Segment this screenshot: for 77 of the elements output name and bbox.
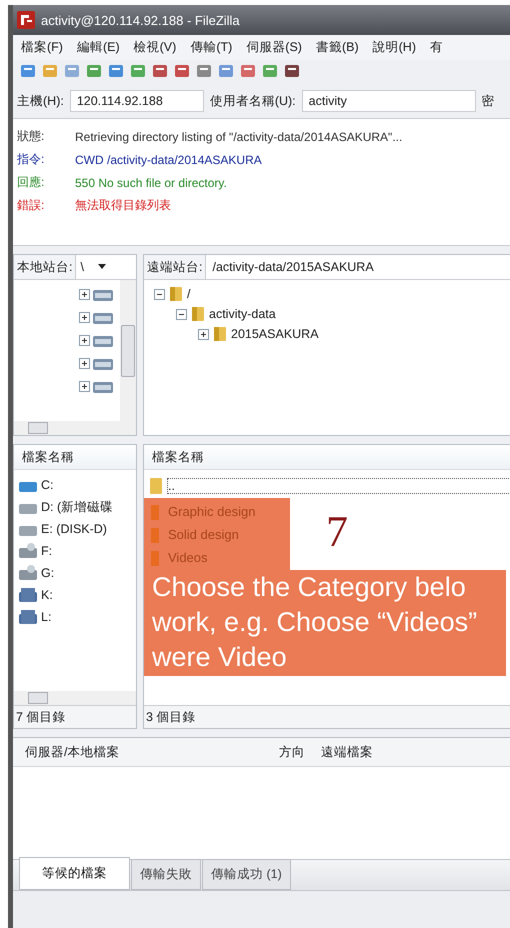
folder-icon [150, 504, 160, 520]
file-name[interactable]: L: [41, 610, 52, 624]
log-message: 無法取得目錄列表 [75, 197, 171, 214]
folder-icon [150, 526, 160, 542]
menu-item[interactable]: 有 [430, 39, 443, 56]
folder-icon [212, 326, 228, 342]
tree-item[interactable]: / [187, 287, 190, 301]
folder-icon [150, 550, 160, 566]
file-name[interactable]: E: (DISK-D) [41, 522, 107, 536]
window-title: activity@120.114.92.188 - FileZilla [41, 12, 240, 28]
menu-item[interactable]: 檔案(F) [21, 39, 63, 56]
username-label: 使用者名稱(U): [210, 92, 296, 110]
drive-icon [18, 542, 38, 560]
remote-site-field[interactable]: /activity-data/2015ASAKURA [206, 255, 510, 279]
expand-icon[interactable] [154, 288, 165, 300]
file-name[interactable]: C: [41, 478, 54, 492]
log-message: CWD /activity-data/2014ASAKURA [75, 152, 262, 166]
toolbar-icon[interactable] [283, 62, 301, 80]
toolbar-icon[interactable] [151, 62, 169, 80]
expand-icon[interactable] [79, 334, 90, 346]
menu-item[interactable]: 說明(H) [372, 39, 416, 56]
expand-icon[interactable] [79, 288, 90, 300]
host-label: 主機(H): [17, 92, 64, 110]
log-label: 狀態: [17, 128, 46, 145]
expand-icon[interactable] [79, 358, 90, 368]
file-name[interactable]: D: (新增磁碟 [41, 498, 114, 516]
local-site-dropdown[interactable]: \ [76, 255, 136, 279]
drive-icon [18, 564, 38, 582]
menu-item[interactable]: 檢視(V) [134, 39, 176, 56]
vertical-scrollbar[interactable] [120, 280, 136, 421]
menu-item[interactable]: 伺服器(S) [246, 39, 302, 56]
drive-icon [18, 608, 38, 626]
log-message: Retrieving directory listing of "/activity-data/2014ASAKURA"... [75, 130, 402, 144]
column-header[interactable]: 方向 [235, 744, 313, 760]
menu-item[interactable]: 傳輸(T) [190, 39, 232, 56]
folder-icon [190, 306, 206, 322]
dropdown-caret-icon[interactable] [98, 264, 106, 270]
file-name[interactable]: F: [41, 544, 52, 558]
expand-icon[interactable] [79, 380, 90, 392]
toolbar-icon[interactable] [239, 62, 257, 80]
expand-icon[interactable] [79, 312, 90, 322]
toolbar-icon[interactable] [107, 62, 125, 80]
local-status-text: 7 個目錄 [14, 705, 136, 728]
file-name[interactable]: .. [167, 478, 510, 494]
username-field[interactable]: activity [302, 90, 476, 112]
toolbar-icon[interactable] [173, 62, 191, 80]
column-header[interactable]: 伺服器/本地檔案 [13, 744, 235, 760]
file-name[interactable]: G: [41, 566, 54, 580]
menu-item[interactable]: 編輯(E) [76, 39, 120, 56]
queue-tab[interactable]: 等候的檔案 [19, 857, 130, 890]
expand-icon[interactable] [176, 308, 187, 320]
menu-item[interactable]: 書籤(B) [316, 39, 359, 56]
host-field[interactable]: 120.114.92.188 [70, 90, 204, 112]
instruction-text: were Video [151, 641, 288, 674]
horizontal-scrollbar[interactable] [14, 421, 136, 435]
file-name[interactable]: K: [41, 588, 53, 602]
step-number: 7 [326, 506, 348, 558]
log-label: 錯誤: [17, 197, 46, 214]
queue-tab[interactable]: 傳輸成功 (1) [202, 859, 291, 890]
instruction-text: Choose the Category belo [151, 571, 467, 604]
instruction-text: work, e.g. Choose “Videos” [151, 606, 478, 639]
tree-item[interactable]: 2015ASAKURA [231, 327, 319, 341]
app-logo-icon [17, 11, 35, 29]
log-label: 指令: [17, 151, 46, 168]
column-header[interactable]: 遠端檔案 [313, 744, 373, 760]
folder-icon [168, 286, 184, 302]
horizontal-scrollbar[interactable] [14, 691, 136, 705]
toolbar-icon[interactable] [195, 62, 213, 80]
remote-status-text: 3 個目錄 [144, 705, 510, 728]
folder-icon [148, 477, 164, 495]
password-label: 密 [482, 92, 495, 110]
tree-item[interactable]: activity-data [209, 307, 276, 321]
drive-icon [18, 586, 38, 604]
expand-icon[interactable] [198, 328, 209, 340]
queue-tab[interactable]: 傳輸失敗 [131, 859, 201, 890]
log-label: 回應: [17, 174, 46, 191]
log-message: 550 No such file or directory. [75, 176, 227, 190]
